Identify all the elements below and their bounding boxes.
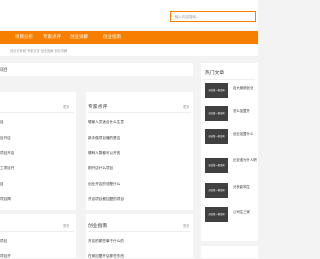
main-nav: 项目分析 专家点评 创业详解 创业指南 xyxy=(0,31,258,44)
hot-thumb-4[interactable]: 创业第一桶金网 xyxy=(205,158,228,173)
left-item-1[interactable]: 目 xyxy=(0,120,4,125)
hot-item-5[interactable]: 分析影响生 xyxy=(233,184,250,189)
hot-item-2[interactable]: 怎么加盟开 xyxy=(233,108,250,113)
hot-articles-divider xyxy=(203,79,255,80)
hot-item-4[interactable]: 比亚迪为什人职 xyxy=(233,158,257,163)
hot-thumb-1[interactable]: 创业第一桶金网 xyxy=(205,83,228,98)
hot-thumb-3[interactable]: 创业第一桶金网 xyxy=(205,129,228,144)
hot-thumb-6[interactable]: 创业第一桶金网 xyxy=(205,207,228,222)
hot-thumb-5[interactable]: 创业第一桶金网 xyxy=(205,183,228,198)
nav-item-startup-detail[interactable]: 创业详解 xyxy=(70,31,88,44)
left-bottom-more-link[interactable]: 更多 xyxy=(63,223,69,228)
left-item-3[interactable]: 项目开店 xyxy=(0,151,14,156)
guide-item-1[interactable]: 开店的那些事干什么的 xyxy=(88,239,124,244)
hot-item-6[interactable]: 公司注三家 xyxy=(233,209,250,214)
left-item-6[interactable]: 项目揭 xyxy=(0,197,11,202)
expert-review-title: 专家点评 xyxy=(88,105,108,110)
left-bottom-panel xyxy=(0,214,76,258)
startup-guide-panel xyxy=(86,214,193,258)
left-more-link[interactable]: 更多 xyxy=(63,104,69,109)
expert-item-6[interactable]: 开店项目都加盟的项目 xyxy=(88,197,124,202)
left-bottom-item-2[interactable]: 项目开 xyxy=(0,254,11,259)
left-bottom-item-1[interactable]: 项目 xyxy=(0,239,7,244)
guide-more-link[interactable]: 更多 xyxy=(183,223,189,228)
left-item-4[interactable]: 工项目开 xyxy=(0,166,14,171)
expert-more-link[interactable]: 更多 xyxy=(183,104,189,109)
left-item-2[interactable]: 目开店 xyxy=(0,136,11,141)
hot-thumb-2[interactable]: 创业第一桶金网 xyxy=(205,106,228,121)
startup-guide-title: 创业指南 xyxy=(88,224,108,229)
expert-item-4[interactable]: 刚开店什么项目 xyxy=(88,166,113,171)
left-divider xyxy=(0,112,74,113)
sidebar-strip-label: 项目 xyxy=(0,67,8,72)
guide-item-2[interactable]: 在家加盟开店那些东西 xyxy=(88,254,124,259)
expert-item-3[interactable]: 哪种人群都可以开的 xyxy=(88,151,120,156)
sidebar-bottom-panel xyxy=(201,246,258,258)
breadcrumb: 创业分析网 专家点评·创业指南·创业详解 xyxy=(10,49,68,53)
expert-item-2[interactable]: 新手做项目赚的是否 xyxy=(88,136,120,141)
hot-item-1[interactable]: 百大营销创业 xyxy=(233,85,253,90)
nav-item-startup-guide[interactable]: 创业指南 xyxy=(103,31,121,44)
left-item-5[interactable]: 目 xyxy=(0,182,4,187)
section-header-panel: 项目 xyxy=(0,63,193,76)
nav-item-project-analysis[interactable]: 项目分析 xyxy=(15,31,33,44)
search-input[interactable]: 输入内容搜索... xyxy=(170,11,256,22)
hot-articles-title: 热门文章 xyxy=(205,71,225,76)
expert-item-5[interactable]: 创业开店的领是什么 xyxy=(88,182,120,187)
breadcrumb-bar: 创业分析网 专家点评·创业指南·创业详解 xyxy=(0,44,258,56)
expert-divider xyxy=(88,112,191,113)
guide-divider xyxy=(88,231,191,232)
nav-item-expert-review[interactable]: 专家点评 xyxy=(43,31,61,44)
expert-item-1[interactable]: 哪家人员适合什么生意 xyxy=(88,120,124,125)
top-header: 输入内容搜索... xyxy=(0,0,258,30)
hot-item-3[interactable]: 创业加盟什么 xyxy=(233,131,253,136)
left-bottom-divider xyxy=(0,231,74,232)
